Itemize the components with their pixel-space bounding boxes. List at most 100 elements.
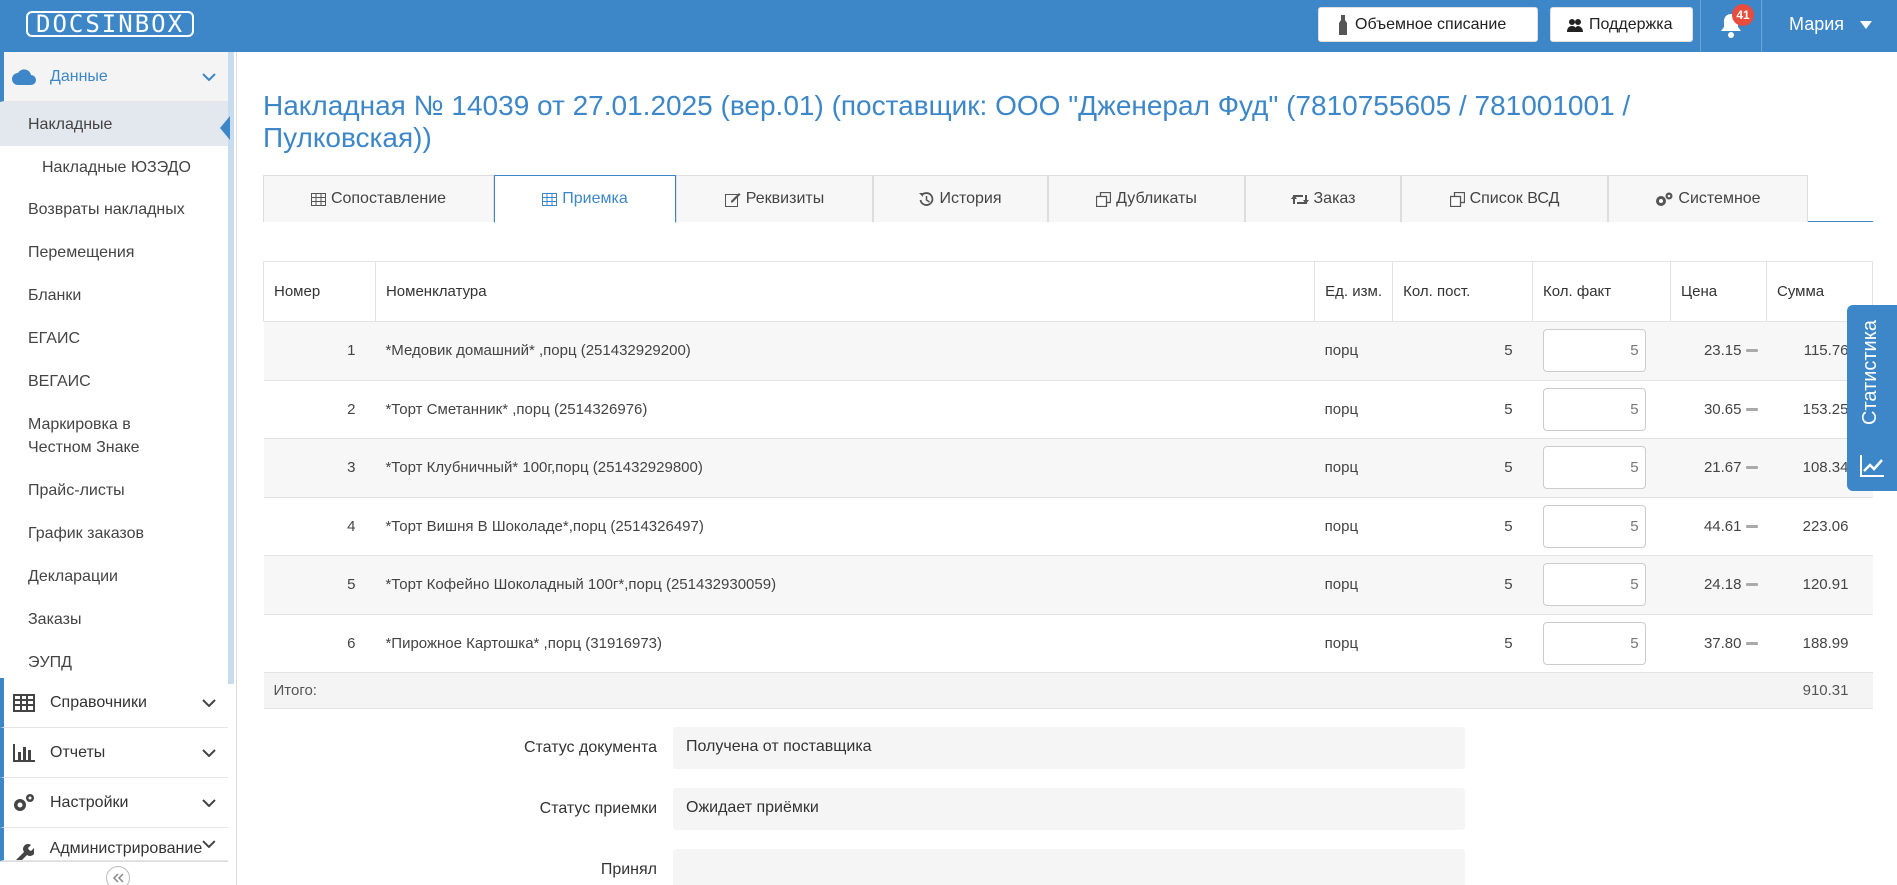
cell-price: 37.80 bbox=[1670, 613, 1767, 673]
tab-label: Сопоставление bbox=[330, 190, 447, 207]
edit-icon bbox=[724, 192, 741, 207]
sidebar-item-invoices[interactable]: Накладные bbox=[0, 102, 230, 146]
table-row: 2 *Торт Сметанник* ,порц (2514326976) по… bbox=[263, 379, 1873, 439]
form-row-doc-status: Статус документа Получена от поставщика bbox=[263, 727, 1465, 769]
cell-price: 24.18 bbox=[1670, 555, 1767, 615]
cell-price: 44.61 bbox=[1670, 496, 1767, 556]
tab-system[interactable]: Системное bbox=[1608, 175, 1808, 222]
cell-price: 21.67 bbox=[1670, 438, 1767, 498]
cell-fact bbox=[1532, 613, 1671, 673]
cell-num: 1 bbox=[263, 321, 376, 381]
notifications-button[interactable]: 41 bbox=[1700, 0, 1762, 52]
bulk-write-off-button[interactable]: Объемное списание bbox=[1318, 7, 1538, 42]
top-bar: DOCSINBOX Объемное списание Поддержка 41… bbox=[0, 0, 1897, 52]
cell-fact bbox=[1532, 321, 1671, 381]
gears-icon bbox=[12, 791, 36, 815]
cell-unit: порц bbox=[1314, 613, 1393, 673]
sidebar-item-egais[interactable]: ЕГАИС bbox=[0, 317, 228, 360]
minus-icon[interactable] bbox=[1746, 407, 1759, 411]
sidebar-item-orders[interactable]: Заказы bbox=[0, 598, 228, 641]
sidebar-group-references-label: Справочники bbox=[50, 693, 147, 711]
col-price-header[interactable]: Цена bbox=[1670, 261, 1767, 322]
sidebar-item-returns[interactable]: Возвраты накладных bbox=[0, 188, 228, 231]
sidebar-group-reports[interactable]: Отчеты bbox=[0, 728, 228, 778]
users-icon bbox=[1567, 18, 1583, 32]
price-value: 30.65 bbox=[1703, 400, 1742, 418]
sidebar-item-marking[interactable]: Маркировка в Честном Знаке bbox=[0, 403, 228, 469]
sidebar-item-invoices-edo[interactable]: Накладные ЮЗЭДО bbox=[0, 146, 228, 188]
user-menu[interactable]: Мария bbox=[1789, 14, 1873, 35]
sidebar-item-label: Заказы bbox=[28, 611, 82, 628]
cell-name: *Медовик домашний* ,порц (251432929200) bbox=[375, 321, 1315, 381]
minus-icon[interactable] bbox=[1746, 524, 1759, 528]
fact-qty-input[interactable] bbox=[1542, 504, 1646, 548]
logo[interactable]: DOCSINBOX bbox=[26, 10, 195, 38]
doc-status-label: Статус документа bbox=[523, 739, 657, 756]
tab-duplicates[interactable]: Дубликаты bbox=[1048, 175, 1245, 222]
tab-acceptance[interactable]: Приемка bbox=[494, 175, 676, 223]
sidebar-item-transfers[interactable]: Перемещения bbox=[0, 231, 228, 274]
price-value: 23.15 bbox=[1703, 342, 1742, 360]
sidebar-item-label: Перемещения bbox=[28, 244, 135, 261]
col-qty-fact-header[interactable]: Кол. факт bbox=[1532, 261, 1672, 322]
cell-qty: 5 bbox=[1392, 555, 1533, 615]
col-num-header[interactable]: Номер bbox=[263, 261, 376, 322]
sidebar-group-settings[interactable]: Настройки bbox=[0, 778, 228, 828]
minus-icon[interactable] bbox=[1746, 641, 1759, 645]
bulk-write-off-label: Объемное списание bbox=[1355, 15, 1507, 33]
support-button[interactable]: Поддержка bbox=[1550, 7, 1693, 42]
sidebar-item-declarations[interactable]: Декларации bbox=[0, 555, 228, 598]
tab-vsd-list[interactable]: Список ВСД bbox=[1401, 175, 1608, 222]
price-value: 21.67 bbox=[1703, 459, 1742, 477]
sidebar-scrollbar[interactable] bbox=[228, 52, 234, 684]
tab-requisites[interactable]: Реквизиты bbox=[676, 175, 873, 222]
fact-qty-input[interactable] bbox=[1542, 621, 1646, 665]
cell-name: *Торт Клубничный* 100г,порц (25143292980… bbox=[375, 438, 1315, 498]
accepted-by-label: Принял bbox=[600, 861, 657, 878]
cell-fact bbox=[1532, 379, 1671, 439]
collapse-sidebar-button[interactable] bbox=[106, 866, 130, 885]
cell-num: 6 bbox=[263, 613, 376, 673]
sidebar-item-vegais[interactable]: ВЕГАИС bbox=[0, 360, 228, 403]
col-qty-sent-header[interactable]: Кол. пост. bbox=[1392, 261, 1534, 322]
cell-num: 3 bbox=[263, 438, 376, 498]
minus-icon[interactable] bbox=[1746, 466, 1759, 470]
sidebar-item-label: Бланки bbox=[28, 287, 82, 304]
table-icon bbox=[542, 192, 558, 206]
col-unit-header[interactable]: Ед. изм. bbox=[1314, 261, 1394, 322]
statistics-tab[interactable]: Статистика bbox=[1847, 305, 1897, 491]
sidebar-item-label: Накладные bbox=[28, 115, 113, 133]
minus-icon[interactable] bbox=[1746, 349, 1759, 353]
fact-qty-input[interactable] bbox=[1542, 446, 1646, 490]
logo-text: DOCSINBOX bbox=[26, 11, 195, 37]
cell-name: *Торт Кофейно Шоколадный 100г*,порц (251… bbox=[375, 555, 1315, 615]
sidebar-group-reports-label: Отчеты bbox=[50, 743, 106, 761]
fact-qty-input[interactable] bbox=[1542, 387, 1646, 431]
fact-qty-input[interactable] bbox=[1542, 329, 1646, 373]
double-chevron-left-icon bbox=[112, 873, 124, 883]
cell-sum: 188.99 bbox=[1766, 613, 1873, 673]
sidebar-group-admin-label: Администрирование bbox=[49, 840, 203, 857]
minus-icon[interactable] bbox=[1746, 583, 1759, 587]
sidebar-group-references[interactable]: Справочники bbox=[0, 678, 228, 728]
accept-status-value: Ожидает приёмки bbox=[673, 788, 1465, 830]
chevron-down-icon bbox=[202, 748, 216, 757]
bottle-icon bbox=[1339, 14, 1347, 35]
sidebar-group-data[interactable]: Данные bbox=[0, 52, 228, 102]
tab-label: Реквизиты bbox=[745, 190, 825, 207]
wrench-icon bbox=[12, 840, 36, 860]
fact-qty-input[interactable] bbox=[1542, 563, 1646, 607]
chevron-down-icon bbox=[202, 698, 216, 707]
sidebar-group-admin[interactable]: Администрирование bbox=[0, 828, 228, 861]
sidebar-item-label: Прайс-листы bbox=[28, 482, 125, 499]
tab-order[interactable]: Заказ bbox=[1245, 175, 1401, 222]
cell-unit: порц bbox=[1314, 321, 1393, 381]
price-value: 44.61 bbox=[1703, 517, 1742, 535]
sidebar-item-price-lists[interactable]: Прайс-листы bbox=[0, 469, 228, 512]
tab-history[interactable]: История bbox=[873, 175, 1048, 222]
col-name-header[interactable]: Номенклатура bbox=[374, 261, 1316, 322]
chevron-down-icon bbox=[202, 840, 216, 848]
sidebar-item-order-schedule[interactable]: График заказов bbox=[0, 512, 228, 555]
tab-matching[interactable]: Сопоставление bbox=[263, 175, 494, 222]
sidebar-item-blanks[interactable]: Бланки bbox=[0, 274, 228, 317]
